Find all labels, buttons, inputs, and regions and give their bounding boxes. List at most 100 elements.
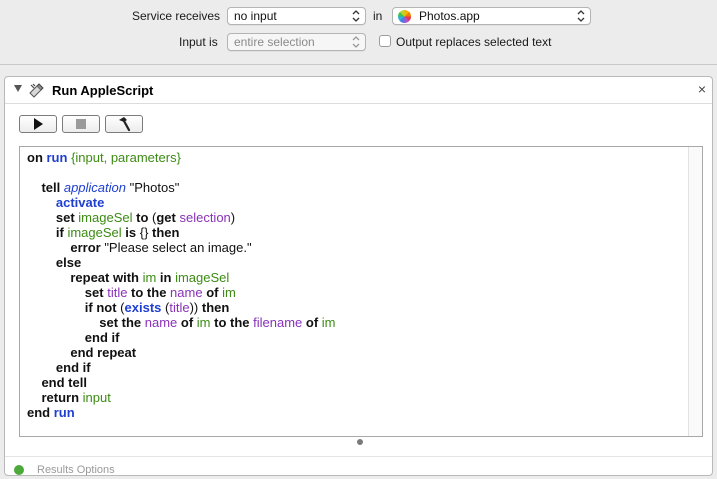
script-line[interactable]: activate bbox=[27, 195, 335, 210]
script-line[interactable]: repeat with im in imageSel bbox=[27, 270, 335, 285]
script-token: then bbox=[201, 300, 230, 315]
script-line[interactable]: end run bbox=[27, 405, 335, 420]
script-token: is bbox=[125, 225, 140, 240]
compile-button[interactable] bbox=[105, 115, 143, 133]
action-footer: Results Options bbox=[5, 456, 712, 479]
script-token: im bbox=[222, 285, 236, 300]
script-line[interactable]: set the name of im to the filename of im bbox=[27, 315, 335, 330]
script-token: title bbox=[169, 300, 190, 315]
script-line[interactable]: end if bbox=[27, 360, 335, 375]
input-is-label: Input is bbox=[179, 35, 218, 49]
script-token: of bbox=[305, 315, 322, 330]
script-token: else bbox=[27, 255, 82, 270]
script-line[interactable]: tell application "Photos" bbox=[27, 180, 335, 195]
editor-scrollbar[interactable] bbox=[688, 147, 702, 436]
script-code[interactable]: on run {input, parameters} tell applicat… bbox=[27, 150, 335, 420]
popup-arrows-icon bbox=[352, 35, 360, 49]
script-line[interactable]: else bbox=[27, 255, 335, 270]
hammer-icon bbox=[106, 116, 142, 132]
service-receives-popup[interactable]: no input bbox=[227, 7, 366, 25]
script-line[interactable]: set title to the name of im bbox=[27, 285, 335, 300]
disclosure-triangle-icon[interactable] bbox=[14, 85, 22, 92]
run-button[interactable] bbox=[19, 115, 57, 133]
script-token: end bbox=[27, 405, 54, 420]
script-token: run bbox=[53, 405, 75, 420]
script-token: "Please select an image." bbox=[104, 240, 252, 255]
script-token: im bbox=[321, 315, 336, 330]
service-receives-label: Service receives bbox=[132, 9, 221, 23]
script-token: imageSel bbox=[78, 210, 137, 225]
popup-arrows-icon bbox=[577, 9, 585, 23]
script-line[interactable]: error "Please select an image." bbox=[27, 240, 335, 255]
output-replaces-checkbox[interactable] bbox=[379, 35, 391, 47]
script-token: end tell bbox=[27, 375, 87, 390]
script-token: im bbox=[142, 270, 160, 285]
script-token: title bbox=[107, 285, 132, 300]
script-token: "Photos" bbox=[129, 180, 180, 195]
applescript-icon bbox=[28, 82, 46, 98]
play-icon bbox=[20, 116, 56, 132]
stop-icon bbox=[63, 116, 99, 132]
script-token: ) bbox=[230, 210, 236, 225]
script-token: tell bbox=[27, 180, 64, 195]
close-action-button[interactable]: × bbox=[698, 81, 706, 97]
script-token: {} bbox=[139, 225, 153, 240]
script-token: {input, parameters} bbox=[71, 150, 181, 165]
action-title: Run AppleScript bbox=[52, 83, 154, 98]
script-token: run bbox=[46, 150, 72, 165]
script-token: application bbox=[63, 180, 130, 195]
script-token: on bbox=[27, 150, 47, 165]
script-token: exists bbox=[124, 300, 165, 315]
script-token: of bbox=[206, 285, 223, 300]
script-token: to the bbox=[131, 285, 171, 300]
stop-button[interactable] bbox=[62, 115, 100, 133]
script-token: set bbox=[27, 210, 79, 225]
input-is-value: entire selection bbox=[234, 35, 315, 49]
script-line[interactable]: return input bbox=[27, 390, 335, 405]
script-token: selection bbox=[179, 210, 231, 225]
script-token: end if bbox=[27, 360, 91, 375]
script-token: )) bbox=[189, 300, 202, 315]
script-token: error bbox=[27, 240, 105, 255]
service-settings-bar: Service receives no input in Photos.app … bbox=[0, 0, 717, 65]
script-token: filename bbox=[253, 315, 306, 330]
script-token: of bbox=[180, 315, 197, 330]
script-token: repeat with bbox=[27, 270, 143, 285]
script-token: name bbox=[144, 315, 181, 330]
script-line[interactable]: on run {input, parameters} bbox=[27, 150, 335, 165]
photos-app-icon bbox=[398, 10, 411, 23]
script-token: set the bbox=[27, 315, 145, 330]
script-token: input bbox=[82, 390, 111, 405]
application-popup[interactable]: Photos.app bbox=[392, 7, 591, 25]
script-token: to the bbox=[214, 315, 254, 330]
script-token: name bbox=[170, 285, 207, 300]
script-line[interactable]: set imageSel to (get selection) bbox=[27, 210, 335, 225]
service-receives-value: no input bbox=[234, 9, 277, 23]
script-line[interactable]: end tell bbox=[27, 375, 335, 390]
application-value: Photos.app bbox=[419, 9, 480, 23]
script-token: imageSel bbox=[67, 225, 126, 240]
script-token: imageSel bbox=[175, 270, 230, 285]
script-token: if not bbox=[27, 300, 121, 315]
script-token: to bbox=[136, 210, 152, 225]
script-token: if bbox=[27, 225, 68, 240]
popup-arrows-icon bbox=[352, 9, 360, 23]
script-token: return bbox=[27, 390, 83, 405]
script-line[interactable]: end repeat bbox=[27, 345, 335, 360]
output-replaces-label: Output replaces selected text bbox=[396, 35, 552, 49]
script-editor[interactable]: on run {input, parameters} tell applicat… bbox=[19, 146, 703, 437]
script-token: im bbox=[196, 315, 215, 330]
script-token: get bbox=[156, 210, 180, 225]
script-token: set bbox=[27, 285, 108, 300]
script-token: then bbox=[152, 225, 180, 240]
script-line[interactable] bbox=[27, 165, 335, 180]
script-line[interactable]: if not (exists (title)) then bbox=[27, 300, 335, 315]
script-line[interactable]: if imageSel is {} then bbox=[27, 225, 335, 240]
script-line[interactable]: end if bbox=[27, 330, 335, 345]
input-is-popup[interactable]: entire selection bbox=[227, 33, 366, 51]
script-token: end if bbox=[27, 330, 120, 345]
run-applescript-action: Run AppleScript × on run {input, paramet… bbox=[4, 76, 713, 476]
resize-handle[interactable] bbox=[357, 439, 363, 445]
script-token: in bbox=[159, 270, 176, 285]
script-token: activate bbox=[27, 195, 105, 210]
